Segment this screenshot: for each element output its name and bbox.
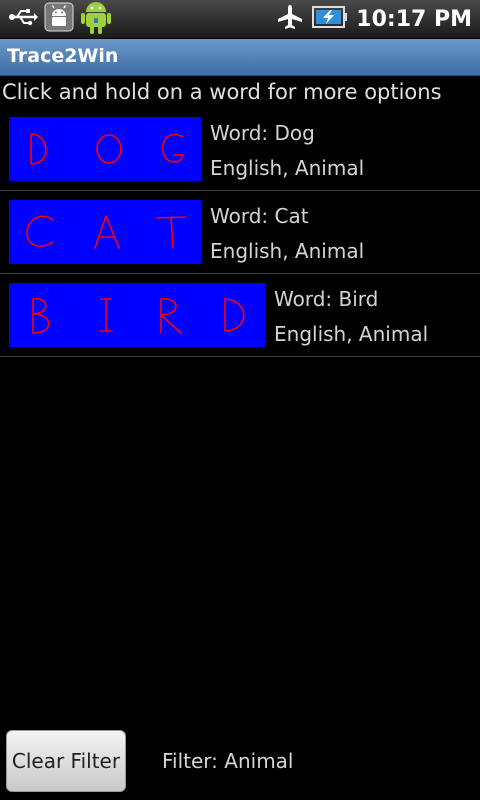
battery-charging-icon: [312, 4, 348, 34]
trace-image-cat: [9, 200, 201, 264]
category-label: English, Animal: [274, 322, 429, 346]
word-list: Word: Dog English, Animal Word: Cat Engl…: [0, 108, 480, 357]
word-label: Word: Dog: [210, 121, 315, 145]
airplane-mode-icon: [276, 3, 304, 35]
status-bar: 10:17 PM: [0, 0, 480, 39]
instruction-text: Click and hold on a word for more option…: [2, 80, 442, 104]
clear-filter-button[interactable]: Clear Filter: [6, 730, 126, 792]
app-title-bar: Trace2Win: [0, 39, 480, 76]
word-label: Word: Bird: [274, 287, 379, 311]
system-icons: 10:17 PM: [276, 2, 472, 36]
category-label: English, Animal: [210, 239, 365, 263]
trace-image-bird: [9, 283, 265, 347]
list-item-cat[interactable]: Word: Cat English, Animal: [0, 191, 480, 274]
trace-image-dog: [9, 117, 201, 181]
android-debug-icon: [44, 2, 74, 36]
list-item-dog[interactable]: Word: Dog English, Animal: [0, 108, 480, 191]
android-mascot-icon: [80, 0, 112, 39]
category-label: English, Animal: [210, 156, 365, 180]
notification-icons: [8, 2, 112, 36]
filter-label: Filter: Animal: [162, 749, 294, 773]
app-title: Trace2Win: [7, 45, 119, 67]
list-item-bird[interactable]: Word: Bird English, Animal: [0, 274, 480, 357]
clock: 10:17 PM: [356, 6, 472, 32]
word-label: Word: Cat: [210, 204, 309, 228]
usb-icon: [8, 7, 38, 31]
